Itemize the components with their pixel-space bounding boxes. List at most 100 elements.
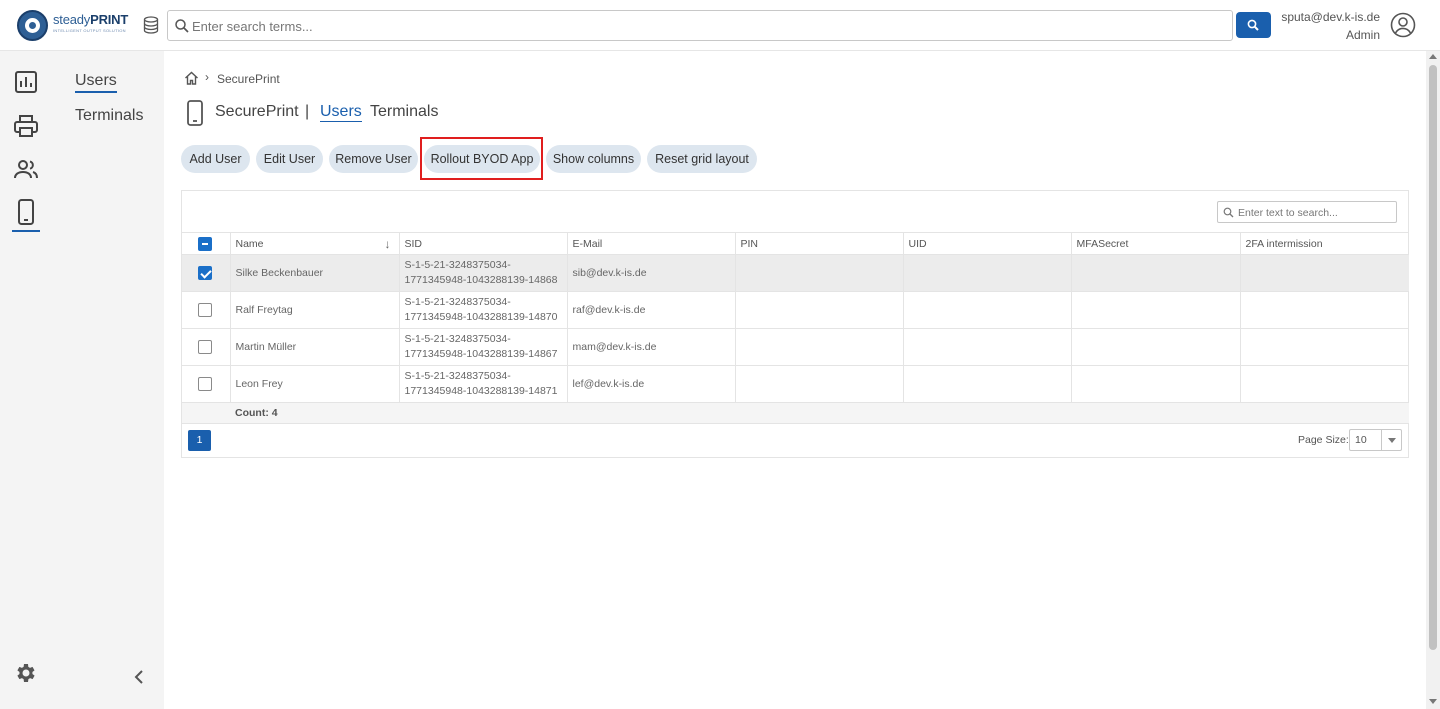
cell-pin — [734, 365, 903, 403]
breadcrumb-separator: › — [205, 70, 209, 84]
cell-sid: S-1-5-21-3248375034- 1771345948-104328813… — [398, 365, 567, 403]
sid-line-1: S-1-5-21-3248375034- — [404, 333, 511, 345]
row-select-cell — [182, 254, 230, 292]
cell-sid: S-1-5-21-3248375034- 1771345948-104328813… — [398, 291, 567, 329]
grid-search-input[interactable] — [1238, 205, 1392, 220]
search-icon — [1223, 207, 1234, 218]
row-checkbox[interactable] — [198, 339, 212, 354]
sid-line-2: 1771345948-1043288139-14870 — [404, 311, 558, 323]
table-row[interactable]: Silke Beckenbauer S-1-5-21-3248375034- 17… — [182, 254, 1409, 292]
row-select-cell — [182, 328, 230, 366]
user-role: Admin — [1345, 28, 1380, 42]
page-title-app: SecurePrint — [215, 103, 299, 120]
title-divider: | — [305, 103, 310, 120]
subnav-item-users[interactable]: Users — [75, 72, 117, 93]
edit-user-button[interactable]: Edit User — [256, 145, 323, 173]
show-columns-button[interactable]: Show columns — [546, 145, 641, 173]
search-icon — [1247, 19, 1259, 31]
cell-uid — [902, 291, 1071, 329]
cell-mfasecret — [1070, 328, 1240, 366]
search-icon — [175, 19, 189, 33]
page-size-value: 10 — [1355, 434, 1367, 446]
search-button[interactable] — [1236, 12, 1271, 38]
icon-rail — [0, 51, 51, 709]
gear-icon[interactable] — [14, 661, 38, 685]
cell-email: lef@dev.k-is.de — [566, 365, 735, 403]
breadcrumb-current: SecurePrint — [217, 72, 280, 86]
cell-email: raf@dev.k-is.de — [566, 291, 735, 329]
cell-name: Martin Müller — [229, 328, 399, 366]
sub-navigation: Users Terminals — [51, 51, 164, 709]
sid-line-1: S-1-5-21-3248375034- — [404, 296, 511, 308]
scroll-down-arrow-icon[interactable] — [1429, 699, 1437, 704]
global-search-input[interactable] — [192, 16, 1222, 36]
row-checkbox[interactable] — [198, 376, 212, 391]
main-content: › SecurePrint SecurePrint | Users Termin… — [164, 51, 1426, 709]
column-header-sid[interactable]: SID — [398, 232, 567, 255]
sort-down-icon[interactable]: ↓ — [385, 237, 391, 251]
rail-item-secureprint[interactable] — [12, 198, 40, 232]
table-row[interactable]: Ralf Freytag S-1-5-21-3248375034- 1771345… — [182, 291, 1409, 329]
cell-uid — [902, 365, 1071, 403]
row-select-cell — [182, 291, 230, 329]
reset-grid-layout-button[interactable]: Reset grid layout — [647, 145, 757, 173]
remove-user-button[interactable]: Remove User — [329, 145, 418, 173]
scroll-up-arrow-icon[interactable] — [1429, 54, 1437, 59]
cell-2fa-intermission — [1239, 365, 1409, 403]
pager: 1 Page Size: 10 — [182, 421, 1409, 458]
page-scrollbar[interactable] — [1426, 51, 1440, 709]
top-bar: steadyPRINT INTELLIGENT OUTPUT SOLUTION … — [0, 0, 1440, 51]
column-header-2fa-intermission[interactable]: 2FA intermission — [1239, 232, 1409, 255]
table-row[interactable]: Leon Frey S-1-5-21-3248375034- 1771345948… — [182, 365, 1409, 403]
cell-2fa-intermission — [1239, 328, 1409, 366]
sid-line-2: 1771345948-1043288139-14867 — [404, 348, 558, 360]
scroll-thumb[interactable] — [1429, 65, 1437, 650]
cell-2fa-intermission — [1239, 254, 1409, 292]
cell-sid: S-1-5-21-3248375034- 1771345948-104328813… — [398, 254, 567, 292]
mobile-phone-icon — [187, 100, 203, 126]
table-row[interactable]: Martin Müller S-1-5-21-3248375034- 177134… — [182, 328, 1409, 366]
select-all-cell — [182, 232, 230, 255]
column-header-email[interactable]: E-Mail — [566, 232, 735, 255]
user-avatar-icon[interactable] — [1390, 12, 1416, 38]
subnav-item-terminals[interactable]: Terminals — [75, 107, 143, 125]
dashboard-icon[interactable] — [12, 68, 40, 96]
select-all-checkbox[interactable] — [198, 236, 212, 251]
page-1-button[interactable]: 1 — [188, 430, 211, 451]
tab-users[interactable]: Users — [320, 103, 362, 122]
grid-search — [1217, 201, 1397, 223]
cell-mfasecret — [1070, 254, 1240, 292]
column-header-mfasecret[interactable]: MFASecret — [1070, 232, 1240, 255]
home-icon[interactable] — [184, 71, 199, 85]
row-checkbox[interactable] — [198, 302, 212, 317]
cell-2fa-intermission — [1239, 291, 1409, 329]
mobile-phone-icon — [18, 199, 34, 225]
users-table: Name ↓ SID E-Mail PIN UID MFASecret 2FA i… — [182, 232, 1409, 424]
printer-icon[interactable] — [12, 112, 40, 140]
cell-pin — [734, 291, 903, 329]
tab-terminals[interactable]: Terminals — [370, 103, 438, 121]
sid-line-2: 1771345948-1043288139-14871 — [404, 385, 558, 397]
column-name-label: Name — [235, 237, 264, 250]
logo-text: steadyPRINT — [53, 12, 129, 27]
highlight-box — [420, 137, 543, 180]
page-size-select[interactable]: 10 — [1349, 429, 1402, 451]
column-header-pin[interactable]: PIN — [734, 232, 903, 255]
add-user-button[interactable]: Add User — [181, 145, 250, 173]
user-email: sputa@dev.k-is.de — [1281, 10, 1380, 24]
chevron-left-icon[interactable] — [133, 669, 145, 685]
database-icon[interactable] — [143, 16, 159, 34]
column-header-uid[interactable]: UID — [902, 232, 1071, 255]
cell-uid — [902, 328, 1071, 366]
cell-uid — [902, 254, 1071, 292]
global-search — [167, 10, 1233, 41]
steadyprint-logo[interactable]: steadyPRINT INTELLIGENT OUTPUT SOLUTION — [17, 10, 137, 42]
column-header-name[interactable]: Name ↓ — [229, 232, 399, 255]
cell-mfasecret — [1070, 365, 1240, 403]
chevron-down-icon[interactable] — [1381, 430, 1402, 450]
cell-pin — [734, 328, 903, 366]
row-checkbox[interactable] — [198, 265, 212, 280]
cell-name: Ralf Freytag — [229, 291, 399, 329]
row-select-cell — [182, 365, 230, 403]
users-icon[interactable] — [12, 156, 40, 184]
